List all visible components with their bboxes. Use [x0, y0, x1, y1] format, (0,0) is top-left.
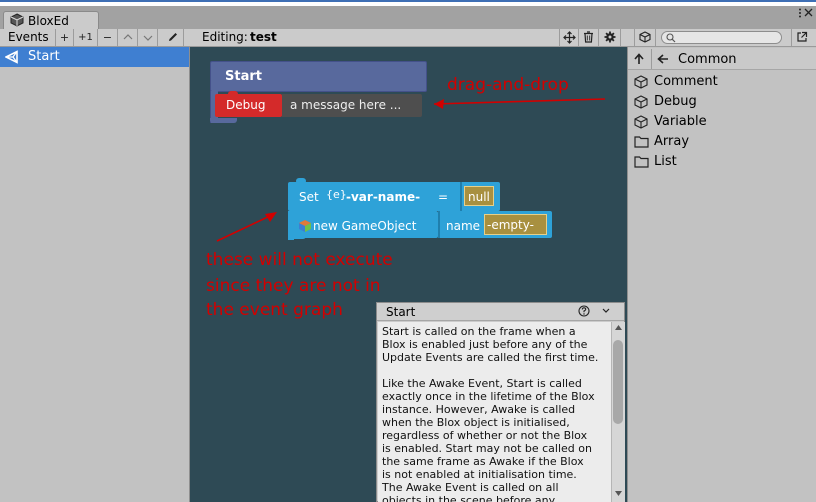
unity-cube-icon	[10, 13, 24, 27]
library-item-label: List	[654, 154, 677, 169]
library-toggle-button[interactable]	[634, 29, 656, 46]
help-collapse-icon[interactable]	[601, 307, 611, 315]
help-text-line: regardless of whether or not the Blox	[382, 429, 588, 442]
back-arrow-icon[interactable]	[657, 53, 669, 65]
annotation-note-line2: since they are not in	[206, 276, 381, 296]
up-arrow-icon[interactable]	[633, 53, 645, 65]
remove-event-button[interactable]: −	[98, 29, 118, 46]
library-item-label: Array	[654, 134, 690, 149]
delete-button[interactable]	[579, 29, 599, 46]
window-close-icon[interactable]	[804, 8, 813, 17]
help-text-line: objects in the scene before any	[382, 494, 556, 502]
move-down-button[interactable]	[138, 29, 158, 46]
start-event-title: Start	[225, 69, 262, 84]
new-block-param-label: name	[446, 219, 481, 233]
event-item-label: Start	[28, 49, 60, 64]
event-item-start[interactable]: Start	[0, 47, 189, 67]
variable-name[interactable]: -var-name-	[346, 190, 420, 204]
rename-button[interactable]	[162, 29, 184, 46]
help-text-line: exactly once in the lifetime of the Blox	[382, 390, 595, 403]
new-block-label: new GameObject	[313, 219, 417, 233]
tab-title: BloxEd	[28, 14, 69, 28]
cube-icon	[639, 31, 651, 43]
help-text-line: Start is called on the frame when a	[382, 325, 576, 338]
add-event-button[interactable]: +	[56, 29, 74, 46]
move-up-button[interactable]	[118, 29, 138, 46]
pencil-icon	[167, 31, 179, 43]
start-event-block-foot	[210, 118, 237, 123]
debug-block-label: Debug	[226, 98, 266, 112]
cube-icon	[634, 115, 648, 129]
set-block-notch	[296, 178, 306, 184]
library-category: Common	[678, 52, 737, 67]
toolbar: + +1 − Events Editing: test	[0, 29, 816, 47]
set-block-prefix: Set	[299, 190, 319, 204]
help-title: Start	[386, 305, 416, 319]
set-block-divider	[460, 182, 462, 211]
events-list-panel	[0, 47, 190, 502]
cube-icon	[634, 75, 648, 89]
scroll-down-icon[interactable]	[614, 490, 623, 497]
help-text-line: is enabled. Start may not be called on	[382, 442, 592, 455]
name-value: -empty-	[487, 218, 534, 232]
library-item-label: Variable	[654, 114, 707, 129]
trash-icon	[583, 31, 594, 43]
settings-button[interactable]	[599, 29, 621, 46]
annotation-arrow-up	[216, 212, 277, 242]
window-menu-icon[interactable]	[796, 8, 804, 18]
help-text-line: instance. However, Awake is called	[382, 403, 576, 416]
help-text-line: Blox is enabled just before any of the	[382, 338, 588, 351]
debug-message-value: a message here ...	[290, 98, 402, 112]
help-text-line: Like the Awake Event, Start is called	[382, 377, 582, 390]
help-text-line: the same frame as Awake if the Blox	[382, 455, 584, 468]
move-arrows-icon	[562, 31, 576, 44]
tab-bloxed[interactable]: BloxEd	[3, 11, 99, 30]
annotation-note-line3: the event graph	[206, 300, 343, 320]
library-search-input[interactable]	[661, 31, 782, 44]
editing-label: Editing:	[202, 30, 248, 44]
help-text-line: Update Events are called the first time.	[382, 351, 599, 364]
events-label: Events	[8, 30, 49, 44]
help-text-line: when the Blox object is initialised,	[382, 416, 570, 429]
scroll-up-icon[interactable]	[614, 324, 623, 331]
cube-icon	[634, 95, 648, 109]
gear-icon	[604, 31, 616, 43]
annotation-note-line1: these will not execute	[206, 250, 393, 270]
help-text-line: The Awake Event is called on all	[382, 481, 559, 494]
external-link-icon	[796, 31, 808, 43]
set-value: null	[468, 190, 490, 204]
library-item-label: Debug	[654, 94, 697, 109]
folder-icon	[634, 135, 649, 148]
gameobject-cube-icon	[298, 219, 312, 233]
move-tool-button[interactable]	[559, 29, 579, 46]
search-icon	[666, 33, 676, 43]
editing-name: test	[250, 30, 277, 44]
tab-bar	[0, 6, 816, 29]
annotation-arrow-right	[433, 98, 606, 109]
folder-icon	[634, 155, 649, 168]
variable-type-tag: {e}	[326, 188, 347, 201]
help-scrollbar-thumb[interactable]	[613, 340, 623, 424]
library-header-divider	[651, 49, 652, 69]
debug-block-notch	[228, 91, 238, 97]
new-block-foot	[288, 234, 306, 239]
help-text-line: is not enabled at initialisation time.	[382, 468, 577, 481]
add-one-button[interactable]: +1	[74, 29, 98, 46]
unity-logo-icon	[5, 50, 21, 64]
open-external-button[interactable]	[791, 29, 812, 46]
help-question-icon[interactable]	[578, 305, 590, 317]
set-block-equals: =	[438, 190, 449, 204]
library-item-label: Comment	[654, 74, 718, 89]
